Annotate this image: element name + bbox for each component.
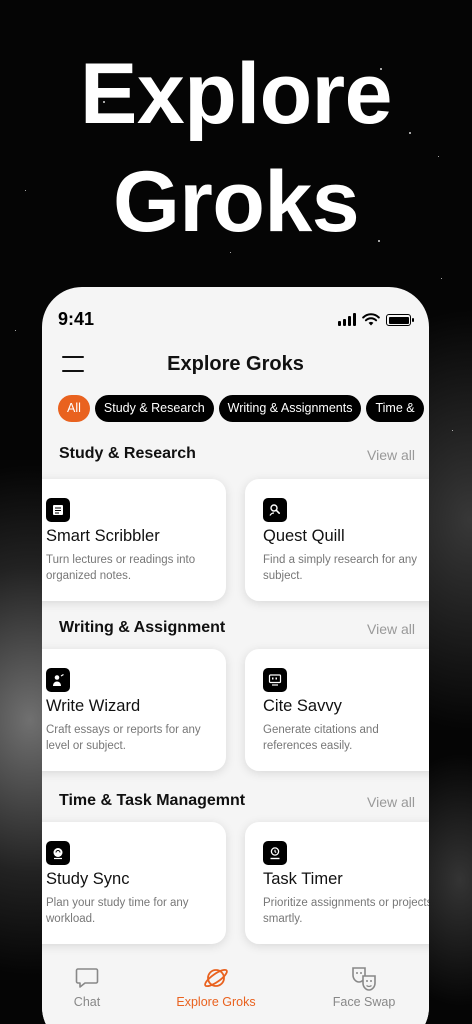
nav-label: Face Swap	[332, 995, 396, 1009]
planet-icon	[161, 963, 271, 993]
section-title: Time & Task Managemnt	[59, 792, 246, 809]
card-description: Find a simply research for any subject.	[263, 554, 418, 582]
card-study-sync[interactable]: Study Sync Plan your study time for any …	[42, 822, 226, 944]
view-all-link[interactable]: View all	[367, 447, 415, 463]
card-description: Plan your study time for any workload.	[46, 897, 189, 925]
chip-study-research[interactable]: Study & Research	[94, 395, 214, 422]
card-description: Generate citations and references easily…	[263, 724, 379, 752]
card-description: Prioritize assignments or projects smart…	[263, 897, 429, 925]
app-header: Explore Groks	[42, 351, 429, 397]
battery-icon	[386, 314, 414, 326]
task-timer-icon	[263, 841, 287, 865]
nav-label: Chat	[73, 995, 101, 1009]
card-title: Cite Savvy	[263, 697, 342, 715]
section-title: Study & Research	[59, 445, 196, 462]
bottom-nav: Chat Explore Groks Face Swap	[42, 955, 429, 1024]
notes-icon	[46, 498, 70, 522]
card-title: Task Timer	[263, 870, 343, 888]
chat-bubble-icon	[42, 963, 142, 993]
hero-title-line2: Groks	[112, 154, 360, 250]
status-time: 9:41	[58, 309, 95, 329]
brain-sync-icon	[46, 841, 70, 865]
card-title: Write Wizard	[46, 697, 141, 715]
nav-item-chat[interactable]: Chat	[42, 963, 142, 1009]
section-header-time-task-management: Time & Task Managemnt View all	[42, 792, 429, 816]
cellular-signal-icon	[338, 313, 356, 326]
chip-time-management[interactable]: Time &	[366, 395, 424, 422]
page-title: Explore Groks	[167, 353, 304, 375]
hero-title-line1: Explore	[80, 46, 392, 142]
section-header-writing-assignment: Writing & Assignment View all	[42, 619, 429, 643]
section-header-study-research: Study & Research View all	[42, 445, 429, 469]
status-bar: 9:41	[42, 287, 429, 351]
status-icons	[338, 313, 414, 326]
category-chips: All Study & Research Writing & Assignmen…	[58, 395, 429, 423]
masks-icon	[309, 963, 419, 993]
card-smart-scribbler[interactable]: Smart Scribbler Turn lectures or reading…	[42, 479, 226, 601]
wifi-icon	[362, 313, 380, 326]
section-title: Writing & Assignment	[59, 619, 226, 636]
nav-item-face-swap[interactable]: Face Swap	[309, 963, 419, 1009]
view-all-link[interactable]: View all	[367, 621, 415, 637]
chip-all[interactable]: All	[58, 395, 90, 422]
nav-item-explore-groks[interactable]: Explore Groks	[161, 963, 271, 1009]
chip-writing-assignments[interactable]: Writing & Assignments	[218, 395, 362, 422]
view-all-link[interactable]: View all	[367, 794, 415, 810]
research-search-icon	[263, 498, 287, 522]
card-title: Study Sync	[46, 870, 130, 888]
card-quest-quill[interactable]: Quest Quill Find a simply research for a…	[245, 479, 429, 601]
hero-title: Explore Groks	[0, 40, 472, 256]
card-task-timer[interactable]: Task Timer Prioritize assignments or pro…	[245, 822, 429, 944]
card-description: Craft essays or reports for any level or…	[46, 724, 201, 752]
card-title: Quest Quill	[263, 527, 345, 545]
wizard-writer-icon	[46, 668, 70, 692]
phone-screen: 9:41 Explore Groks All Study & Research …	[42, 287, 429, 1024]
card-write-wizard[interactable]: Write Wizard Craft essays or reports for…	[42, 649, 226, 771]
citation-icon	[263, 668, 287, 692]
card-description: Turn lectures or readings into organized…	[46, 554, 196, 582]
card-cite-savvy[interactable]: Cite Savvy Generate citations and refere…	[245, 649, 429, 771]
nav-label: Explore Groks	[176, 995, 256, 1009]
card-title: Smart Scribbler	[46, 527, 160, 545]
